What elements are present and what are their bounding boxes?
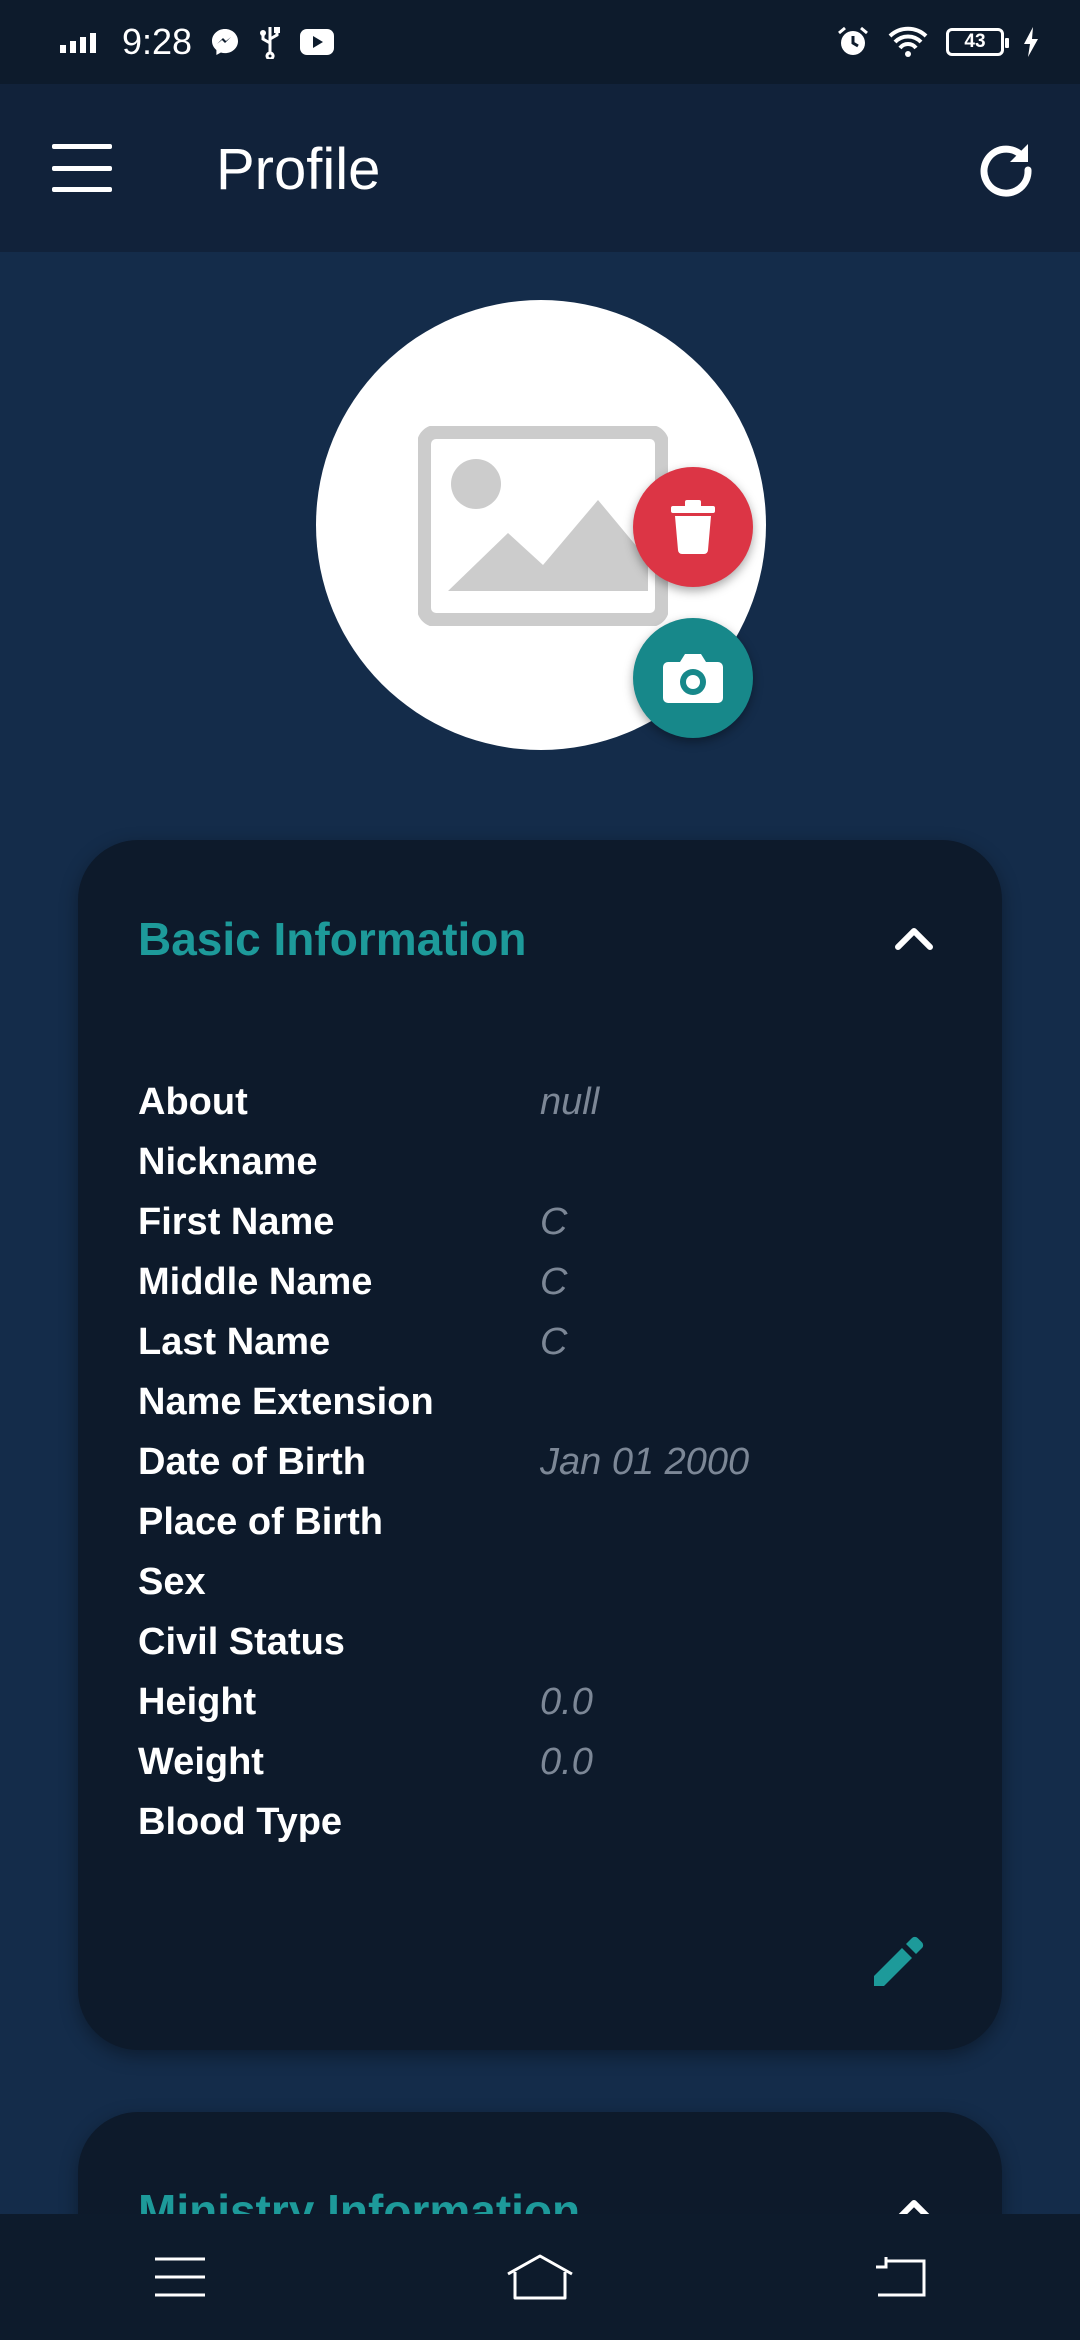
home-button[interactable] bbox=[500, 2237, 580, 2317]
back-button[interactable] bbox=[860, 2237, 940, 2317]
info-label: Sex bbox=[138, 1560, 206, 1603]
info-row: First Name C bbox=[138, 1192, 938, 1252]
back-icon bbox=[876, 2257, 926, 2297]
recents-button[interactable] bbox=[140, 2237, 220, 2317]
info-value: 0.0 bbox=[540, 1680, 593, 1723]
info-label: Place of Birth bbox=[138, 1500, 383, 1543]
change-photo-button[interactable] bbox=[633, 618, 753, 738]
info-row: Weight 0.0 bbox=[138, 1732, 938, 1792]
info-label: Name Extension bbox=[138, 1380, 434, 1423]
info-label: Last Name bbox=[138, 1320, 331, 1363]
trash-icon bbox=[671, 500, 715, 554]
chevron-up-icon[interactable] bbox=[886, 911, 942, 967]
info-label: Height bbox=[138, 1680, 257, 1723]
home-icon bbox=[507, 2254, 573, 2300]
info-label: Blood Type bbox=[138, 1800, 343, 1843]
info-label: About bbox=[138, 1080, 248, 1123]
usb-icon bbox=[260, 27, 281, 59]
image-placeholder-icon bbox=[418, 426, 668, 626]
info-row: Last Name C bbox=[138, 1312, 938, 1372]
menu-icon-bar bbox=[52, 187, 112, 192]
info-row: Name Extension bbox=[138, 1372, 938, 1432]
info-label: Middle Name bbox=[138, 1260, 373, 1303]
info-row: About null bbox=[138, 1072, 938, 1132]
info-row: Place of Birth bbox=[138, 1492, 938, 1552]
info-value: 0.0 bbox=[540, 1740, 593, 1783]
info-value: C bbox=[540, 1260, 568, 1303]
info-value: Jan 01 2000 bbox=[540, 1440, 750, 1483]
info-row: Middle Name C bbox=[138, 1252, 938, 1312]
menu-button[interactable] bbox=[52, 144, 112, 192]
status-bar: 9:28 43 bbox=[0, 0, 1080, 84]
info-label: Civil Status bbox=[138, 1620, 345, 1663]
app-bar: Profile bbox=[0, 84, 1080, 252]
youtube-icon bbox=[300, 29, 335, 55]
info-row: Date of Birth Jan 01 2000 bbox=[138, 1432, 938, 1492]
delete-photo-button[interactable] bbox=[633, 467, 753, 587]
card-title: Basic Information bbox=[138, 913, 527, 965]
page-title: Profile bbox=[216, 137, 381, 202]
charging-icon bbox=[1024, 27, 1038, 57]
pencil-icon bbox=[874, 1936, 924, 1986]
edit-button[interactable] bbox=[868, 1928, 932, 1992]
status-time: 9:28 bbox=[122, 21, 193, 62]
info-value: C bbox=[540, 1320, 568, 1363]
info-row: Civil Status bbox=[138, 1612, 938, 1672]
info-row: Height 0.0 bbox=[138, 1672, 938, 1732]
info-label: Nickname bbox=[138, 1140, 318, 1183]
info-value: null bbox=[540, 1080, 600, 1123]
menu-icon-bar bbox=[52, 165, 112, 171]
wifi-icon bbox=[888, 26, 928, 57]
battery-icon: 43 bbox=[946, 28, 1009, 56]
basic-information-header[interactable]: Basic Information bbox=[138, 904, 942, 974]
messenger-icon bbox=[212, 29, 239, 55]
alarm-icon bbox=[838, 26, 868, 55]
basic-information-card: Basic Information About null Nickname First… bbox=[78, 840, 1002, 2050]
refresh-icon bbox=[980, 144, 1032, 197]
info-row: Nickname bbox=[138, 1132, 938, 1192]
info-row: Sex bbox=[138, 1552, 938, 1612]
info-value: C bbox=[540, 1200, 568, 1243]
battery-level: 43 bbox=[964, 31, 986, 52]
info-label: First Name bbox=[138, 1200, 335, 1243]
signal-icon bbox=[60, 33, 96, 53]
info-label: Weight bbox=[138, 1740, 264, 1783]
info-row: Blood Type bbox=[138, 1792, 938, 1852]
refresh-button[interactable] bbox=[976, 140, 1036, 200]
info-label: Date of Birth bbox=[138, 1440, 366, 1483]
camera-icon bbox=[663, 654, 723, 703]
recents-icon bbox=[155, 2257, 205, 2297]
menu-icon-bar bbox=[52, 144, 112, 149]
system-nav-bar bbox=[0, 2214, 1080, 2340]
info-list: About null Nickname First Name C Middle Name C… bbox=[138, 1072, 938, 1852]
